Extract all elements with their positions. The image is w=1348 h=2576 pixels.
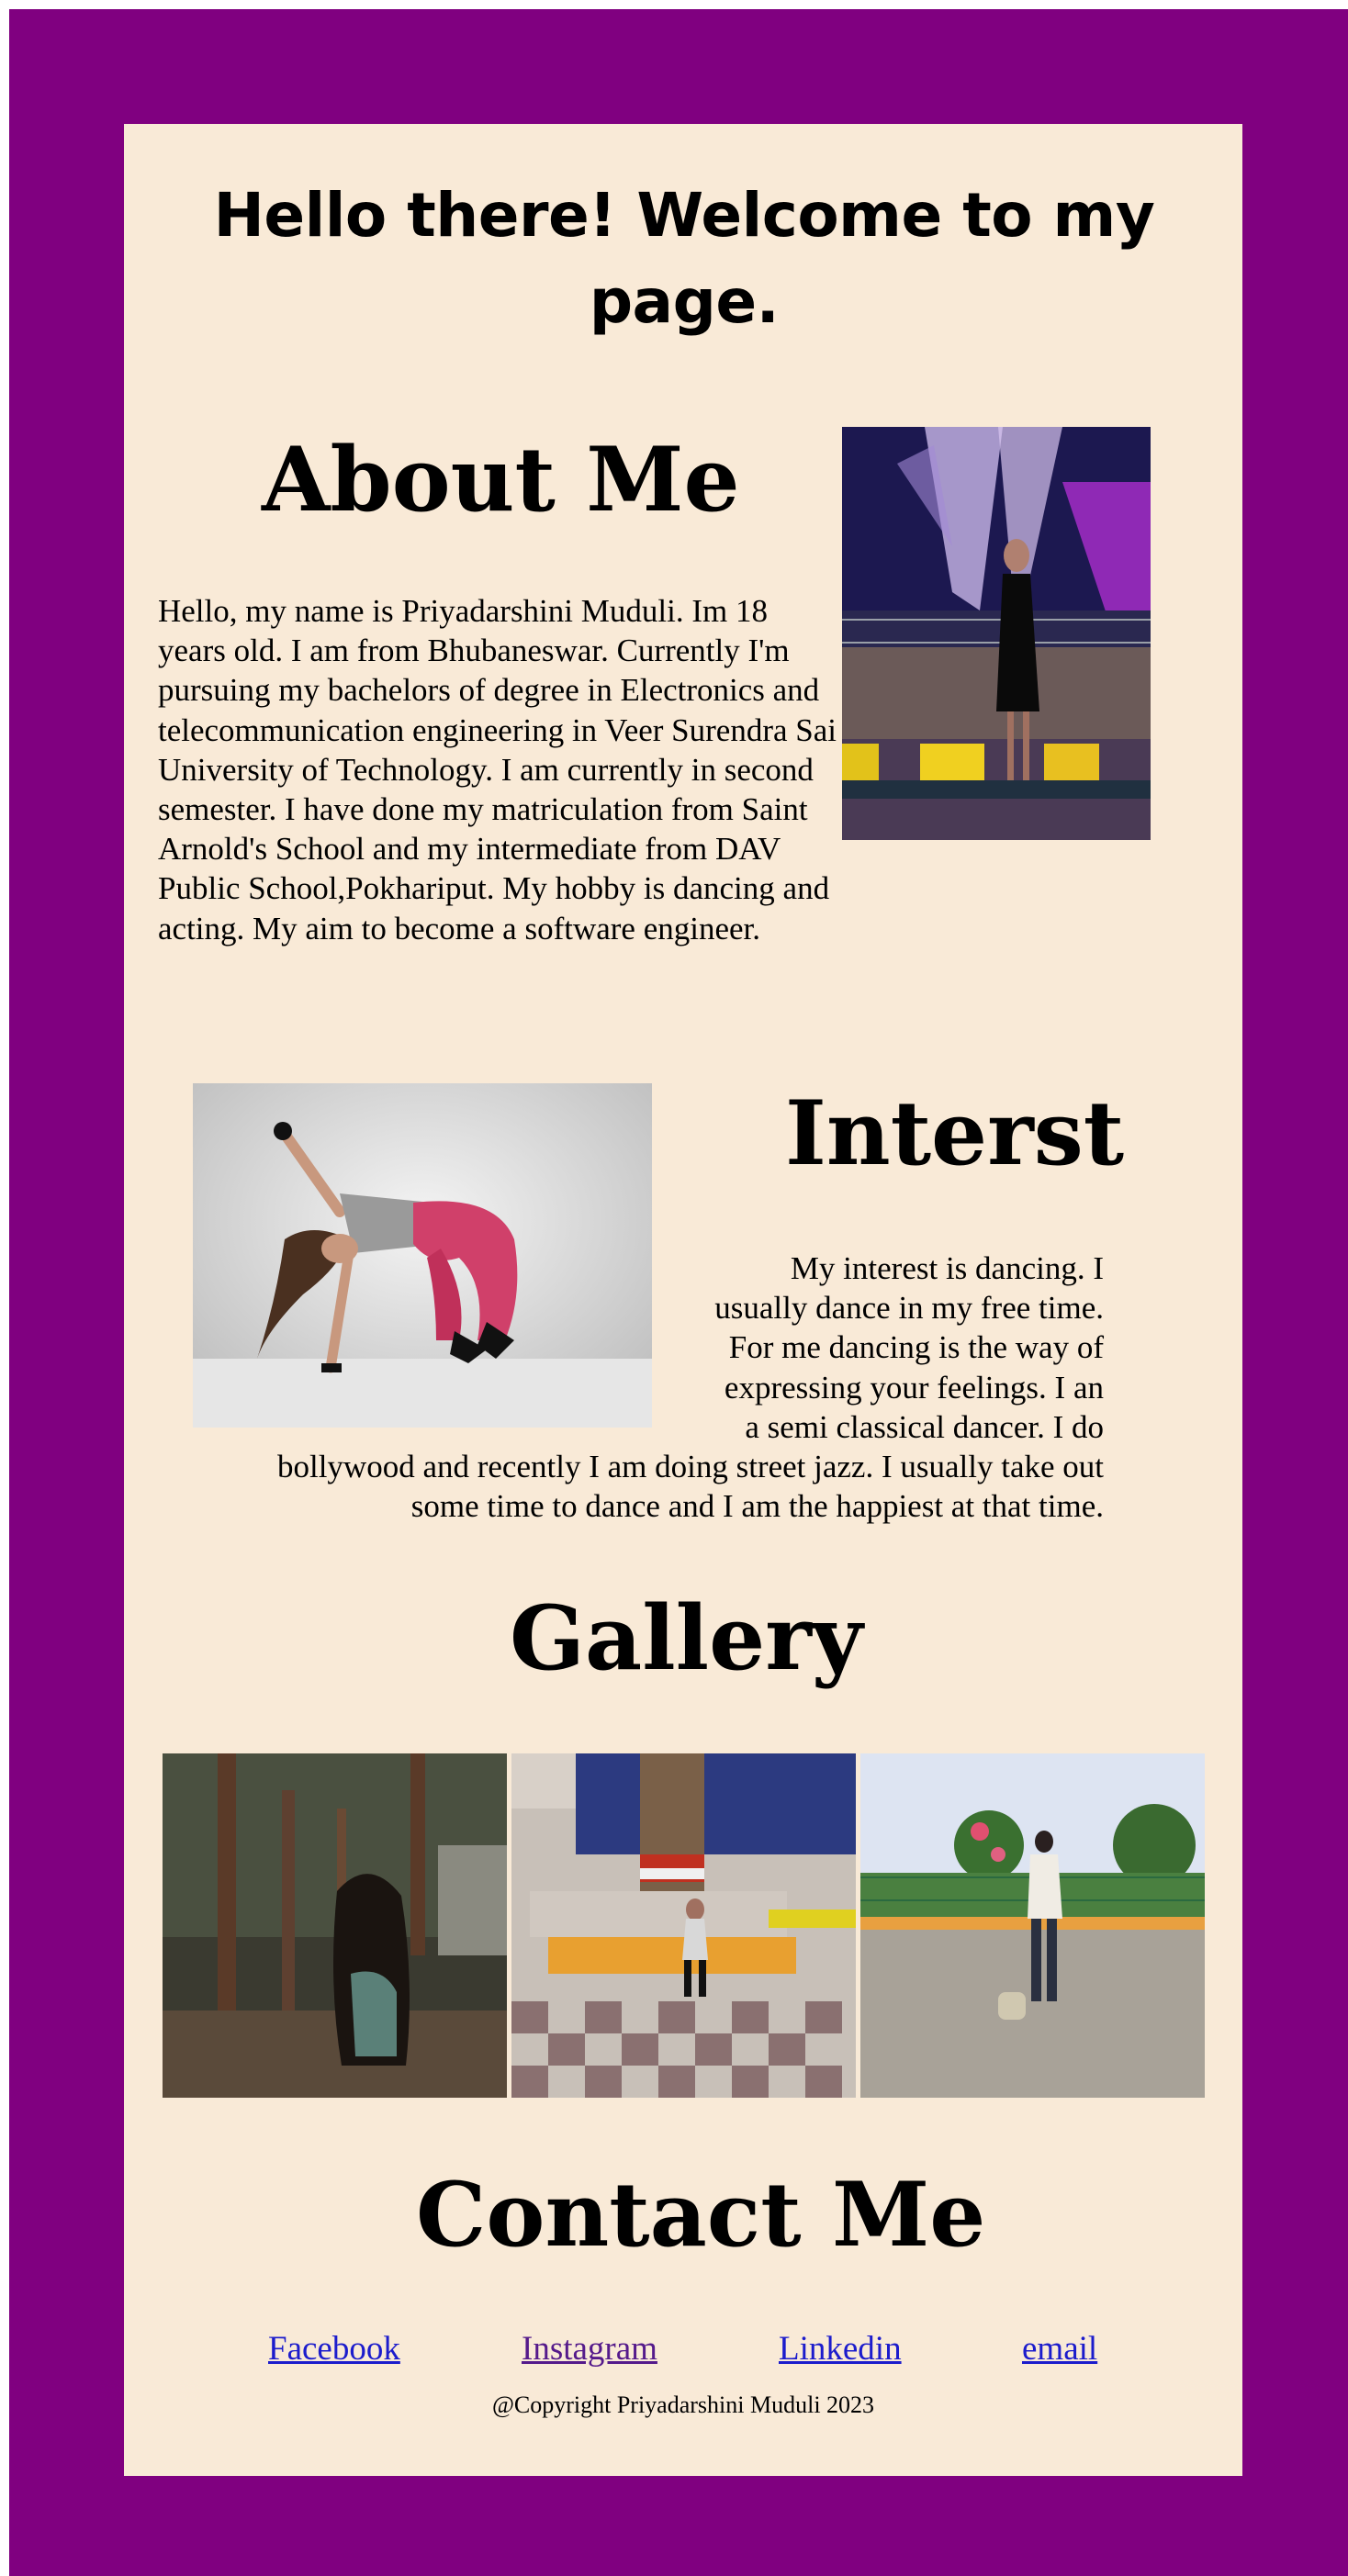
gallery-image-tree [511, 1753, 856, 2098]
linkedin-link[interactable]: Linkedin [779, 2328, 902, 2370]
about-heading: About Me [262, 428, 740, 532]
interest-line: some time to dance and I am the happiest… [410, 1488, 1104, 1525]
interest-paragraph: My interest is dancing. I usually dance … [209, 1249, 1104, 1526]
social-links: Facebook Instagram Linkedin email [0, 2328, 1348, 2374]
instagram-link[interactable]: Instagram [522, 2328, 657, 2370]
interest-line: For me dancing is the way of [728, 1329, 1104, 1366]
facebook-link[interactable]: Facebook [268, 2328, 400, 2370]
gallery-heading: Gallery [510, 1586, 863, 1690]
about-paragraph: Hello, my name is Priyadarshini Muduli. … [158, 593, 837, 946]
contact-heading: Contact Me [416, 2163, 986, 2267]
interest-line: bollywood and recently I am doing street… [276, 1449, 1104, 1485]
interest-line: expressing your feelings. I an [724, 1369, 1104, 1406]
interest-line: My interest is dancing. I [790, 1250, 1104, 1286]
profile-photo [842, 427, 1151, 840]
copyright-notice: @Copyright Priyadarshini Muduli 2023 [491, 2391, 875, 2418]
interest-line: usually dance in my free time. [714, 1290, 1104, 1327]
gallery-image-garden [860, 1753, 1205, 2098]
email-link[interactable]: email [1022, 2328, 1097, 2370]
interest-line: a semi classical dancer. I do [745, 1408, 1104, 1445]
welcome-heading: Hello there! Welcome to my page. [213, 180, 1155, 337]
interest-heading: Interst [785, 1081, 1125, 1185]
gallery-image-forest [163, 1753, 507, 2098]
